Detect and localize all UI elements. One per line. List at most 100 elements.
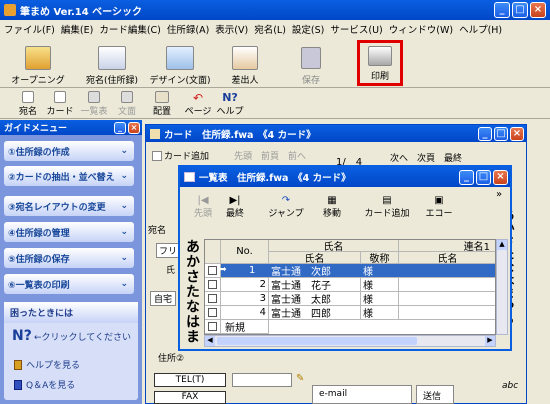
qa-link[interactable]: Q＆Aを見る — [14, 378, 75, 391]
help-question-icon[interactable]: N? — [12, 328, 32, 344]
list-echo-button[interactable]: ▣ エコー — [420, 193, 458, 219]
scroll-left-icon[interactable]: ◀ — [205, 336, 215, 346]
row-joint-name[interactable] — [399, 306, 495, 320]
menu-window[interactable]: ウィンドウ(W) — [389, 22, 453, 36]
design-button[interactable]: デザイン(文面) — [148, 42, 212, 86]
help-link[interactable]: ヘルプを見る — [14, 358, 80, 371]
close-button[interactable]: × — [530, 2, 546, 18]
row-honorific[interactable]: 様 — [361, 306, 399, 320]
menu-card-edit[interactable]: カード編集(C) — [99, 22, 161, 36]
list-jump-button[interactable]: ↷ ジャンプ — [266, 193, 306, 219]
first-arrow-icon: |◀ — [197, 195, 209, 206]
list-window: 一覧表 住所録.fwa 《4 カード》 _ □ × |◀ 先頭 ▶| 最終 ↷ ジャン… — [178, 165, 512, 351]
help-book-icon — [14, 359, 22, 370]
card-nav-right[interactable]: 次へ 次頁 最終 — [390, 151, 462, 164]
guide-item-save[interactable]: ⑤住所録の保存 ⌄ — [4, 248, 134, 268]
menu-help[interactable]: ヘルプ(H) — [459, 22, 502, 36]
card-add-icon — [152, 150, 162, 161]
menu-address-book[interactable]: 住所録(A) — [167, 22, 209, 36]
new-row[interactable]: 新規 — [221, 320, 269, 334]
list-close-button[interactable]: × — [493, 169, 508, 185]
opening-button[interactable]: オープニング — [8, 42, 68, 86]
row-name[interactable]: 富士通 太郎 — [269, 292, 361, 306]
send-button[interactable]: 送信 — [416, 385, 454, 404]
menu-settings[interactable]: 設定(S) — [292, 22, 324, 36]
sender-icon — [232, 46, 258, 70]
list-maximize-button[interactable]: □ — [476, 169, 491, 185]
list-move-button[interactable]: ▦ 移動 — [312, 193, 352, 219]
menu-bar: ファイル(F) 編集(E) カード編集(C) 住所録(A) 表示(V) 宛名(L… — [0, 21, 550, 37]
print-button[interactable]: 印刷 — [357, 40, 403, 86]
fax-button[interactable]: FAX — [154, 391, 226, 404]
row-honorific[interactable]: 様 — [361, 292, 399, 306]
row-name[interactable]: 富士通 四郎 — [269, 306, 361, 320]
menu-service[interactable]: サービス(U) — [330, 22, 382, 36]
layout-button[interactable]: 配置 — [148, 91, 176, 117]
card-close-button[interactable]: × — [510, 126, 524, 141]
guide-item-layout[interactable]: ③宛名レイアウトの変更 ⌄ — [4, 196, 134, 216]
guide-item-print[interactable]: ⑥一覧表の印刷 ⌄ — [4, 274, 134, 294]
scroll-right-icon[interactable]: ▶ — [485, 336, 495, 346]
toolbar-overflow-icon[interactable]: » — [496, 189, 502, 200]
minimize-button[interactable]: _ — [494, 2, 510, 18]
layout-icon — [155, 91, 169, 103]
list-vertical-scrollbar[interactable]: ▲ — [496, 239, 508, 335]
design-icon — [166, 46, 194, 70]
list-minimize-button[interactable]: _ — [459, 169, 474, 185]
row-honorific[interactable]: 様 — [361, 278, 399, 292]
menu-view[interactable]: 表示(V) — [215, 22, 248, 36]
guide-item-sort[interactable]: ②カードの抽出・並べ替え ⌄ — [4, 166, 134, 186]
list-horizontal-scrollbar[interactable]: ◀ ▶ — [204, 335, 496, 347]
row-name[interactable]: 富士通 花子 — [269, 278, 361, 292]
list-first-button[interactable]: |◀ 先頭 — [188, 193, 218, 219]
list-window-icon — [184, 172, 195, 182]
email-label: e-mail — [312, 385, 412, 404]
bunmen-view-button[interactable]: 文面 — [113, 91, 141, 117]
tel-button[interactable]: TEL(T) — [154, 373, 226, 387]
menu-atena[interactable]: 宛名(L) — [254, 22, 286, 36]
menu-file[interactable]: ファイル(F) — [4, 22, 55, 36]
card-abc-index[interactable]: abc — [502, 381, 518, 391]
row-checkbox[interactable] — [205, 278, 221, 292]
atena-view-button[interactable]: 宛名 — [14, 91, 42, 117]
guide-item-manage[interactable]: ④住所録の管理 ⌄ — [4, 222, 134, 242]
chevron-down-icon: ⌄ — [120, 171, 128, 181]
list-window-title: 一覧表 住所録.fwa 《4 カード》 — [199, 173, 351, 184]
echo-icon: ▣ — [434, 195, 444, 206]
card-maximize-button[interactable]: □ — [494, 126, 508, 141]
page-undo-icon: ↶ — [192, 91, 204, 105]
row-joint-name[interactable] — [399, 292, 495, 306]
card-window-icon — [150, 128, 160, 139]
row-checkbox[interactable] — [205, 292, 221, 306]
guide-close-button[interactable]: × — [128, 121, 140, 134]
row-checkbox[interactable] — [205, 306, 221, 320]
save-button[interactable]: 保存 — [286, 42, 336, 86]
list-view-button[interactable]: 一覧表 — [78, 91, 110, 117]
scroll-up-icon[interactable]: ▲ — [497, 240, 507, 250]
menu-edit[interactable]: 編集(E) — [61, 22, 93, 36]
guide-item-create[interactable]: ①住所録の作成 ⌄ — [4, 141, 134, 161]
address-book-button[interactable]: 宛名(住所録) — [78, 42, 146, 86]
sender-button[interactable]: 差出人 — [220, 42, 270, 86]
list-icon — [88, 91, 100, 103]
app-icon — [4, 4, 16, 16]
maximize-button[interactable]: □ — [512, 2, 528, 18]
list-add-card-button[interactable]: ▤ カード追加 — [356, 193, 418, 219]
list-last-button[interactable]: ▶| 最終 — [220, 193, 250, 219]
help-button[interactable]: N? ヘルプ — [216, 91, 244, 118]
list-kana-index[interactable]: あかさたなはま — [184, 239, 202, 345]
phone-icon[interactable]: ✎ — [296, 373, 304, 384]
card-minimize-button[interactable]: _ — [478, 126, 492, 141]
header-no: No. — [221, 240, 269, 264]
row-joint-name[interactable] — [399, 278, 495, 292]
home-tab[interactable]: 自宅 — [150, 291, 177, 306]
card-add-button[interactable]: カード追加 — [152, 149, 209, 162]
guide-minimize-button[interactable]: _ — [114, 121, 126, 134]
row-checkbox[interactable] — [205, 320, 221, 334]
card-view-button[interactable]: カード — [46, 91, 74, 117]
save-icon — [301, 47, 321, 69]
tel-input[interactable] — [232, 373, 292, 387]
page-button[interactable]: ↶ ページ — [184, 91, 212, 117]
table-row-selected[interactable]: ➡ 1 富士通 次郎 様 — [219, 264, 495, 278]
scroll-thumb[interactable] — [217, 337, 417, 345]
